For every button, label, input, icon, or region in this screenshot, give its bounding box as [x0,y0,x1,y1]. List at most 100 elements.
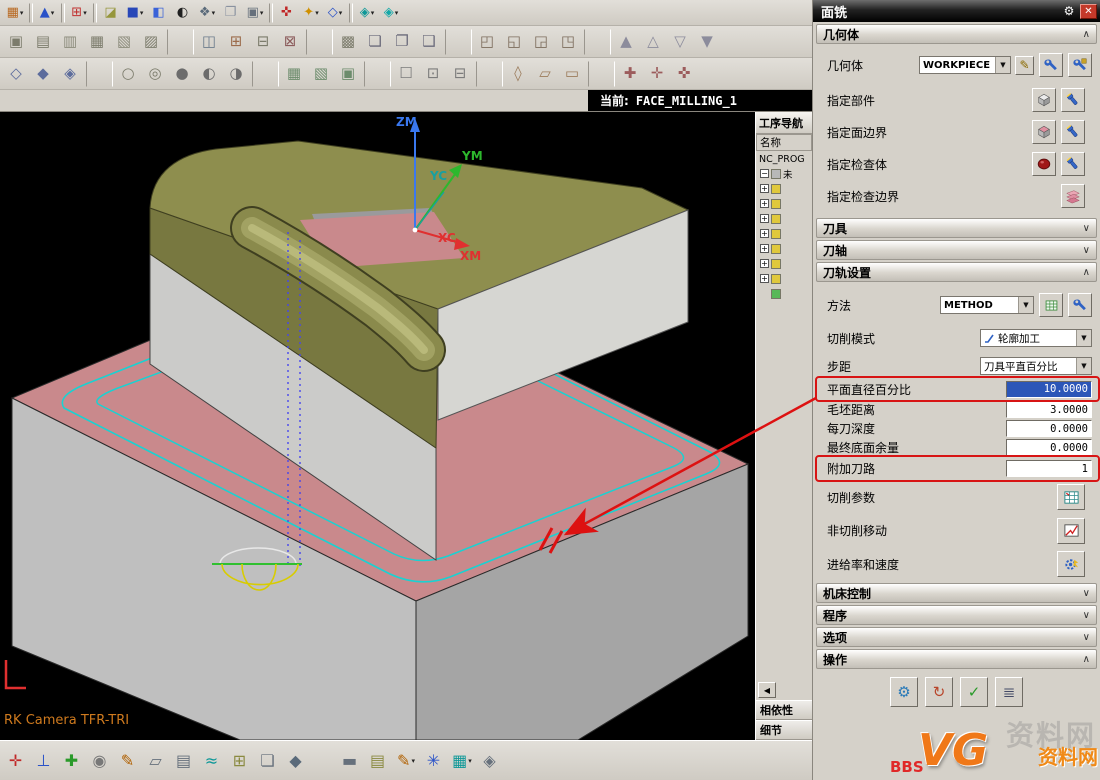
toolbar-icon[interactable] [584,28,611,55]
navigator-title[interactable]: 工序导航 [756,112,812,134]
toolbar-icon[interactable]: ▧ [111,29,138,55]
toolbar-icon[interactable] [588,60,615,87]
toolbar-icon[interactable] [269,2,273,23]
dialog-title-bar[interactable]: 面铣 [813,0,1100,22]
edit-method-button[interactable] [1068,293,1092,317]
stepover-combo[interactable]: 刀具平直百分比 [980,357,1092,375]
select-check-boundary-button[interactable] [1061,184,1085,208]
action-button[interactable]: ↻ [925,677,953,707]
toolbar-icon[interactable] [476,60,503,87]
toolbar-icon[interactable]: ▥ [57,29,84,55]
tree-expander-icon[interactable]: + [760,229,769,238]
toolbar-icon[interactable]: ◰ [474,29,501,55]
toolbar-icon[interactable]: ◈ [57,61,84,87]
toolbar-icon[interactable]: ✎ ▾ [392,746,420,776]
toolbar-icon[interactable]: ❐ [389,29,416,55]
section-actions[interactable]: 操作 [816,649,1097,669]
toolbar-icon[interactable] [61,2,65,23]
toolbar-icon[interactable]: ▬ [336,746,364,776]
navigator-tree-row[interactable]: + [757,226,811,241]
toolbar-icon[interactable]: ▱ [532,61,559,87]
gear-icon[interactable] [1061,3,1077,19]
tree-expander-icon[interactable]: + [760,244,769,253]
cut-mode-combo[interactable]: 轮廓加工 [980,329,1092,347]
toolbar-icon[interactable]: ❑ [416,29,443,55]
toolbar-icon[interactable]: ✳ [420,746,448,776]
toolbar-icon[interactable]: ✚ [617,61,644,87]
toolbar-icon[interactable]: ⊞ [226,746,254,776]
select-check-body-button[interactable] [1032,152,1056,176]
toolbar-icon[interactable]: ○ [115,61,142,87]
display-part-button[interactable] [1061,88,1085,112]
tree-expander-icon[interactable] [760,289,769,298]
toolbar-icon[interactable] [445,28,472,55]
blank-distance-input[interactable]: 3.0000 [1006,401,1092,418]
display-face-boundary-button[interactable] [1061,120,1085,144]
toolbar-icon[interactable]: ⊡ [420,61,447,87]
tab-details[interactable]: 细节 [756,720,812,740]
toolbar-icon[interactable]: ▣ [335,61,362,87]
new-method-button[interactable] [1039,293,1063,317]
toolbar-icon[interactable]: ▨ [138,29,165,55]
toolbar-icon[interactable] [349,2,353,23]
toolbar-icon[interactable]: ◳ [555,29,582,55]
toolbar-icon[interactable]: ❐ [219,2,243,24]
cutting-params-button[interactable] [1057,484,1085,510]
navigator-root-node[interactable]: NC_PROG [757,153,811,166]
navigator-tree-row[interactable]: + [757,241,811,256]
toolbar-icon[interactable]: ☐ [393,61,420,87]
navigator-tree-row[interactable]: + [757,271,811,286]
toolbar-icon[interactable]: ⊞ ▾ [67,2,91,24]
toolbar-icon[interactable] [364,60,391,87]
graphics-viewport[interactable]: ZM YM YC XC XM RK Camera TFR-TRI [0,112,755,741]
toolbar-icon[interactable]: ◈ [476,746,504,776]
toolbar-icon[interactable]: ▣ [3,29,30,55]
toolbar-icon[interactable]: ▣ ▾ [243,2,267,24]
tree-expander-icon[interactable]: + [760,214,769,223]
toolbar-icon[interactable]: ◆ [282,746,310,776]
toolbar-icon[interactable]: ▤ [364,746,392,776]
navigator-tree-row[interactable]: − 未 [757,166,811,181]
tree-expander-icon[interactable]: + [760,199,769,208]
new-geometry-button[interactable] [1039,53,1063,77]
toolbar-icon[interactable]: ◐ [196,61,223,87]
toolbar-icon[interactable]: ◪ [99,2,123,24]
method-combo[interactable]: METHOD [940,296,1034,314]
toolbar-icon[interactable]: ✎ [114,746,142,776]
toolbar-icon[interactable]: ◇ ▾ [323,2,347,24]
select-part-button[interactable] [1032,88,1056,112]
toolbar-icon[interactable]: ❏ [362,29,389,55]
toolbar-icon[interactable]: ✛ [644,61,671,87]
toolbar-icon[interactable] [86,60,113,87]
chevron-down-icon[interactable] [1076,358,1091,374]
toolbar-icon[interactable]: ✦ ▾ [299,2,323,24]
toolbar-icon[interactable]: ❖ ▾ [195,2,219,24]
toolbar-icon[interactable]: ◊ [505,61,532,87]
edit-geometry-button[interactable] [1015,55,1034,75]
toolbar-icon[interactable]: ▼ [694,29,721,55]
geometry-combo[interactable]: WORKPIECE [919,56,1011,74]
section-program[interactable]: 程序 [816,605,1097,625]
chevron-down-icon[interactable] [1018,297,1033,313]
chevron-down-icon[interactable] [1076,330,1091,346]
toolbar-icon[interactable]: ⊞ [223,29,250,55]
toolbar-icon[interactable]: ❏ [254,746,282,776]
section-tool-axis[interactable]: 刀轴 [816,240,1097,260]
toolbar-icon[interactable]: ▤ [170,746,198,776]
section-options[interactable]: 选项 [816,627,1097,647]
toolbar-icon[interactable]: ✜ [275,2,299,24]
navigator-collapse-button[interactable]: ◀ [758,682,776,698]
edit-workpiece-button[interactable] [1068,53,1092,77]
navigator-name-column-header[interactable]: 名称 [756,134,812,151]
extra-passes-input[interactable]: 1 [1006,460,1092,477]
navigator-tree-row[interactable]: + [757,256,811,271]
toolbar-icon[interactable]: ⊟ [250,29,277,55]
toolbar-icon[interactable]: ✜ [671,61,698,87]
toolbar-icon[interactable]: ▦ ▾ [448,746,476,776]
toolbar-icon[interactable]: △ [640,29,667,55]
toolbar-icon[interactable]: ◑ [223,61,250,87]
toolbar-icon[interactable]: ▭ [559,61,586,87]
toolbar-icon[interactable]: ◱ [501,29,528,55]
toolbar-icon[interactable]: ◲ [528,29,555,55]
toolbar-icon[interactable]: ◉ [86,746,114,776]
